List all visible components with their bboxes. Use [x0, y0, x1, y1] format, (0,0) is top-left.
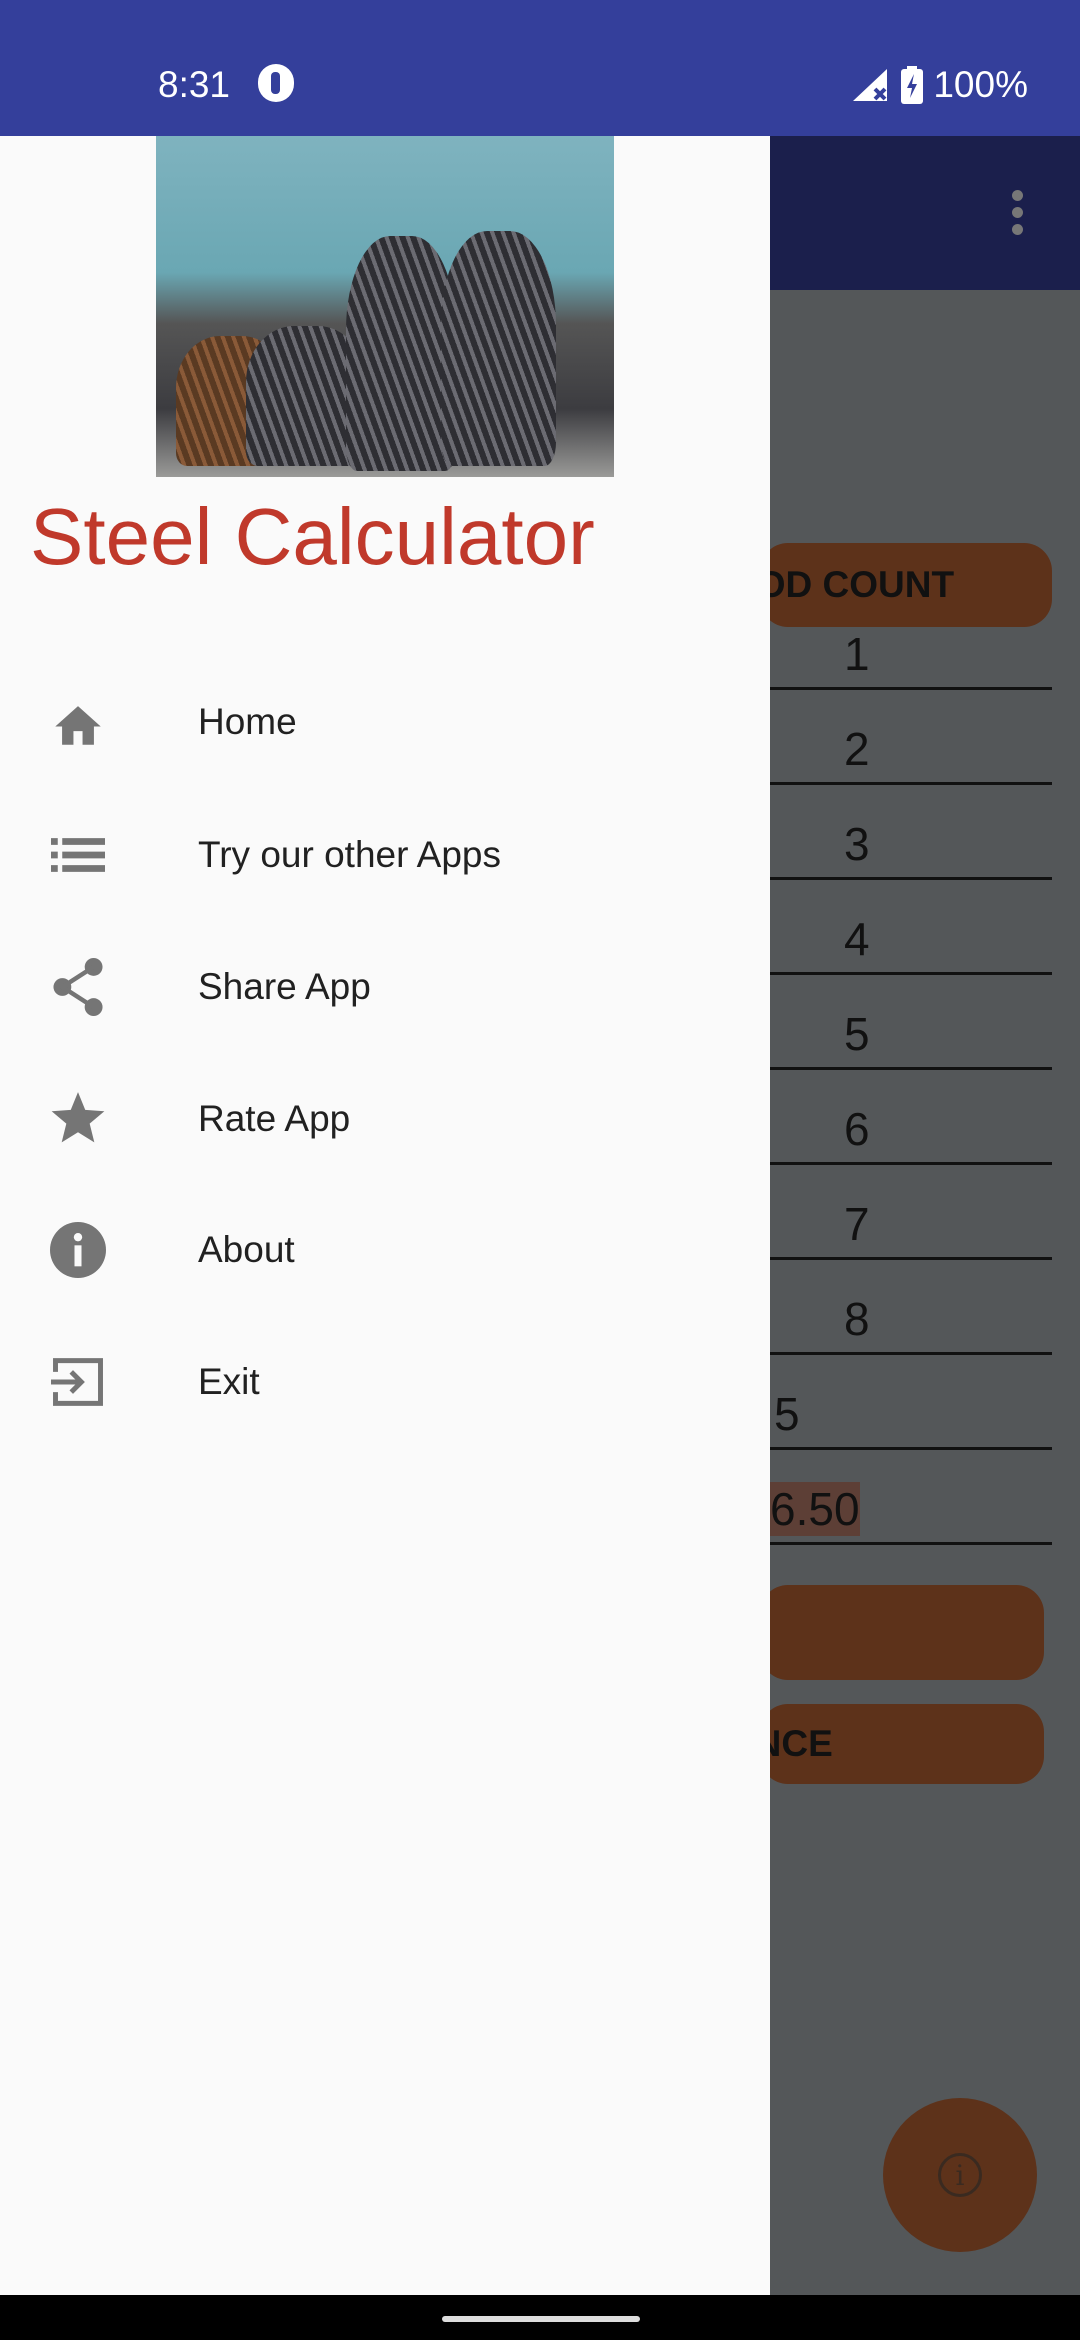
header-image [156, 136, 614, 477]
input-row[interactable]: 5 [760, 975, 1052, 1070]
menu-item-share[interactable]: Share App [0, 927, 770, 1047]
input-row[interactable]: 3 [760, 785, 1052, 880]
info-icon [48, 1220, 108, 1280]
menu-item-home[interactable]: Home [0, 662, 770, 782]
signal-icon [853, 69, 888, 101]
star-icon [48, 1089, 108, 1149]
result-row: 6.50 [760, 1450, 1052, 1545]
battery-level: 100% [933, 64, 1028, 105]
input-row[interactable]: 6 [760, 1070, 1052, 1165]
status-bar: 8:31 100% [0, 0, 1080, 136]
home-icon [48, 692, 108, 752]
input-row[interactable]: 1 [760, 595, 1052, 690]
input-row[interactable]: 7 [760, 1165, 1052, 1260]
battery-charging-icon [901, 66, 924, 104]
menu-item-other-apps[interactable]: Try our other Apps [0, 795, 770, 915]
menu-item-exit[interactable]: Exit [0, 1322, 770, 1442]
menu-item-about[interactable]: About [0, 1190, 770, 1310]
overflow-menu-icon[interactable] [1012, 190, 1024, 241]
input-row[interactable]: 4 [760, 880, 1052, 975]
info-icon: i [938, 2153, 982, 2197]
exit-icon [48, 1352, 108, 1412]
menu-item-rate[interactable]: Rate App [0, 1059, 770, 1179]
app-title: Steel Calculator [30, 492, 595, 581]
info-fab[interactable]: i [883, 2098, 1037, 2252]
home-handle[interactable] [442, 2316, 640, 2322]
notification-icon [258, 64, 294, 102]
navigation-drawer: Steel Calculator Home Try our other Apps… [0, 136, 770, 2295]
input-row[interactable]: 2 [760, 690, 1052, 785]
input-row[interactable]: 5 [760, 1355, 1052, 1450]
navigation-bar [0, 2295, 1080, 2340]
list-icon [48, 825, 108, 885]
clock: 8:31 [158, 64, 231, 105]
reference-button[interactable]: ENCE [730, 1704, 1044, 1784]
share-icon [48, 957, 108, 1017]
calculate-button[interactable] [760, 1585, 1044, 1680]
input-row[interactable]: 8 [760, 1260, 1052, 1355]
